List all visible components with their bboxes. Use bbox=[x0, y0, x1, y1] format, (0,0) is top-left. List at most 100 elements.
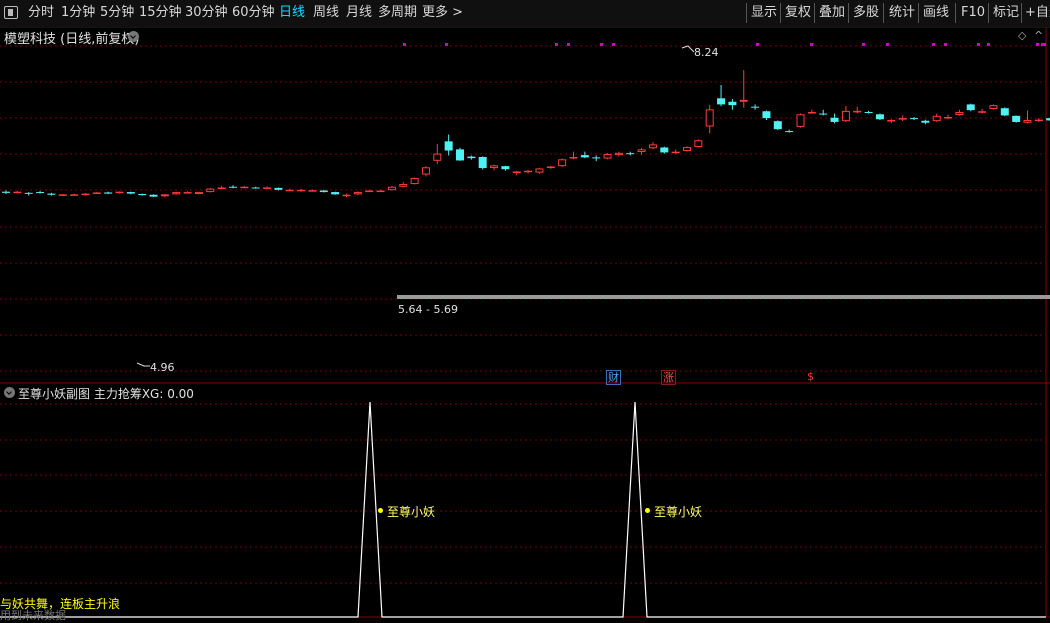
candle-body bbox=[830, 117, 839, 122]
top-event-marker bbox=[567, 43, 570, 46]
signal-dot bbox=[378, 508, 383, 513]
candle-body bbox=[648, 144, 657, 149]
signal-line bbox=[0, 401, 1046, 618]
candle-body bbox=[1000, 108, 1009, 116]
high-price-label: 8.24 bbox=[694, 46, 719, 59]
candle-body bbox=[546, 166, 555, 169]
candle-body bbox=[671, 151, 680, 154]
candle-body bbox=[944, 116, 953, 119]
candle-body bbox=[887, 120, 896, 122]
candle-body bbox=[92, 192, 101, 194]
candle-body bbox=[36, 192, 45, 194]
candle-body bbox=[762, 111, 771, 119]
low-price-label: 4.96 bbox=[150, 361, 175, 374]
candle-body bbox=[81, 193, 90, 196]
candle-body bbox=[410, 177, 419, 185]
candle-body bbox=[592, 157, 601, 159]
candle-body bbox=[705, 109, 714, 127]
candle-body bbox=[864, 112, 873, 114]
signal-dot bbox=[645, 508, 650, 513]
candle-body bbox=[512, 171, 521, 174]
candle-body bbox=[115, 191, 124, 194]
candle-body bbox=[444, 141, 453, 151]
finance-badge[interactable]: 财 bbox=[606, 370, 621, 385]
candle-body bbox=[206, 188, 215, 193]
candle-body bbox=[183, 192, 192, 194]
top-event-marker bbox=[977, 43, 980, 46]
candle-body bbox=[1034, 119, 1043, 122]
candle-body bbox=[387, 186, 396, 191]
candle-body bbox=[796, 114, 805, 127]
candle-body bbox=[1046, 118, 1050, 121]
high-leader-line bbox=[681, 45, 695, 53]
candle-body bbox=[478, 157, 487, 169]
limit-up-badge[interactable]: 涨 bbox=[661, 370, 676, 385]
candle-body bbox=[501, 166, 510, 170]
top-event-marker bbox=[612, 43, 615, 46]
candle-body bbox=[160, 194, 169, 197]
candle-body bbox=[297, 189, 306, 192]
candle-body bbox=[614, 152, 623, 156]
candle-body bbox=[263, 187, 272, 190]
candle-body bbox=[149, 194, 158, 197]
candle-body bbox=[910, 118, 918, 120]
candle-body bbox=[342, 194, 351, 197]
candle-body bbox=[70, 194, 79, 196]
candle-body bbox=[989, 105, 998, 109]
support-band bbox=[397, 295, 1050, 299]
candle-body bbox=[603, 153, 612, 159]
candle-body bbox=[580, 155, 589, 158]
candle-body bbox=[717, 98, 726, 105]
candle-body bbox=[240, 186, 249, 189]
top-event-marker bbox=[756, 43, 759, 46]
candle-body bbox=[921, 120, 930, 123]
candle-body bbox=[138, 193, 147, 196]
candle-body bbox=[955, 112, 964, 116]
candle-body bbox=[807, 112, 816, 114]
candle-body bbox=[456, 149, 464, 161]
candlestick-chart bbox=[0, 28, 1050, 618]
candle-body bbox=[558, 159, 567, 167]
candle-body bbox=[898, 118, 907, 120]
candle-body bbox=[104, 192, 113, 194]
candle-body bbox=[637, 149, 646, 153]
top-event-marker bbox=[810, 43, 813, 46]
candle-body bbox=[353, 192, 362, 195]
dollar-badge[interactable]: $ bbox=[806, 370, 815, 383]
candle-body bbox=[376, 190, 385, 193]
candle-body bbox=[467, 156, 476, 159]
candle-body bbox=[172, 192, 181, 195]
top-event-marker bbox=[1036, 43, 1039, 46]
top-event-marker bbox=[403, 43, 406, 46]
candle-body bbox=[785, 131, 794, 133]
candle-body bbox=[535, 168, 544, 173]
candle-body bbox=[24, 192, 33, 194]
candle-body bbox=[819, 113, 828, 115]
chevron-down-icon[interactable] bbox=[4, 387, 15, 398]
candle-body bbox=[308, 190, 317, 192]
top-event-marker bbox=[600, 43, 603, 46]
candle-body bbox=[421, 167, 430, 175]
candle-body bbox=[694, 140, 703, 148]
candle-body bbox=[2, 191, 10, 193]
top-event-marker bbox=[987, 43, 990, 46]
candle-body bbox=[1012, 115, 1021, 122]
candle-body bbox=[683, 147, 691, 151]
candle-body bbox=[853, 110, 862, 113]
candle-body bbox=[524, 170, 533, 173]
candle-body bbox=[365, 190, 374, 193]
signal-label: 至尊小妖 bbox=[654, 505, 703, 519]
candle-body bbox=[660, 147, 669, 153]
candle-body bbox=[978, 111, 987, 113]
top-event-marker bbox=[886, 43, 889, 46]
candle-body bbox=[490, 165, 499, 169]
top-event-marker bbox=[445, 43, 448, 46]
candle-body bbox=[58, 194, 67, 196]
candle-body bbox=[841, 110, 850, 122]
candle-body bbox=[285, 189, 294, 192]
candle-body bbox=[274, 187, 283, 190]
candle-body bbox=[875, 114, 884, 120]
top-event-marker bbox=[1043, 43, 1046, 46]
subchart-title: 至尊小妖副图 主力抢筹XG: 0.00 bbox=[18, 387, 194, 401]
candle-body bbox=[1023, 120, 1032, 123]
